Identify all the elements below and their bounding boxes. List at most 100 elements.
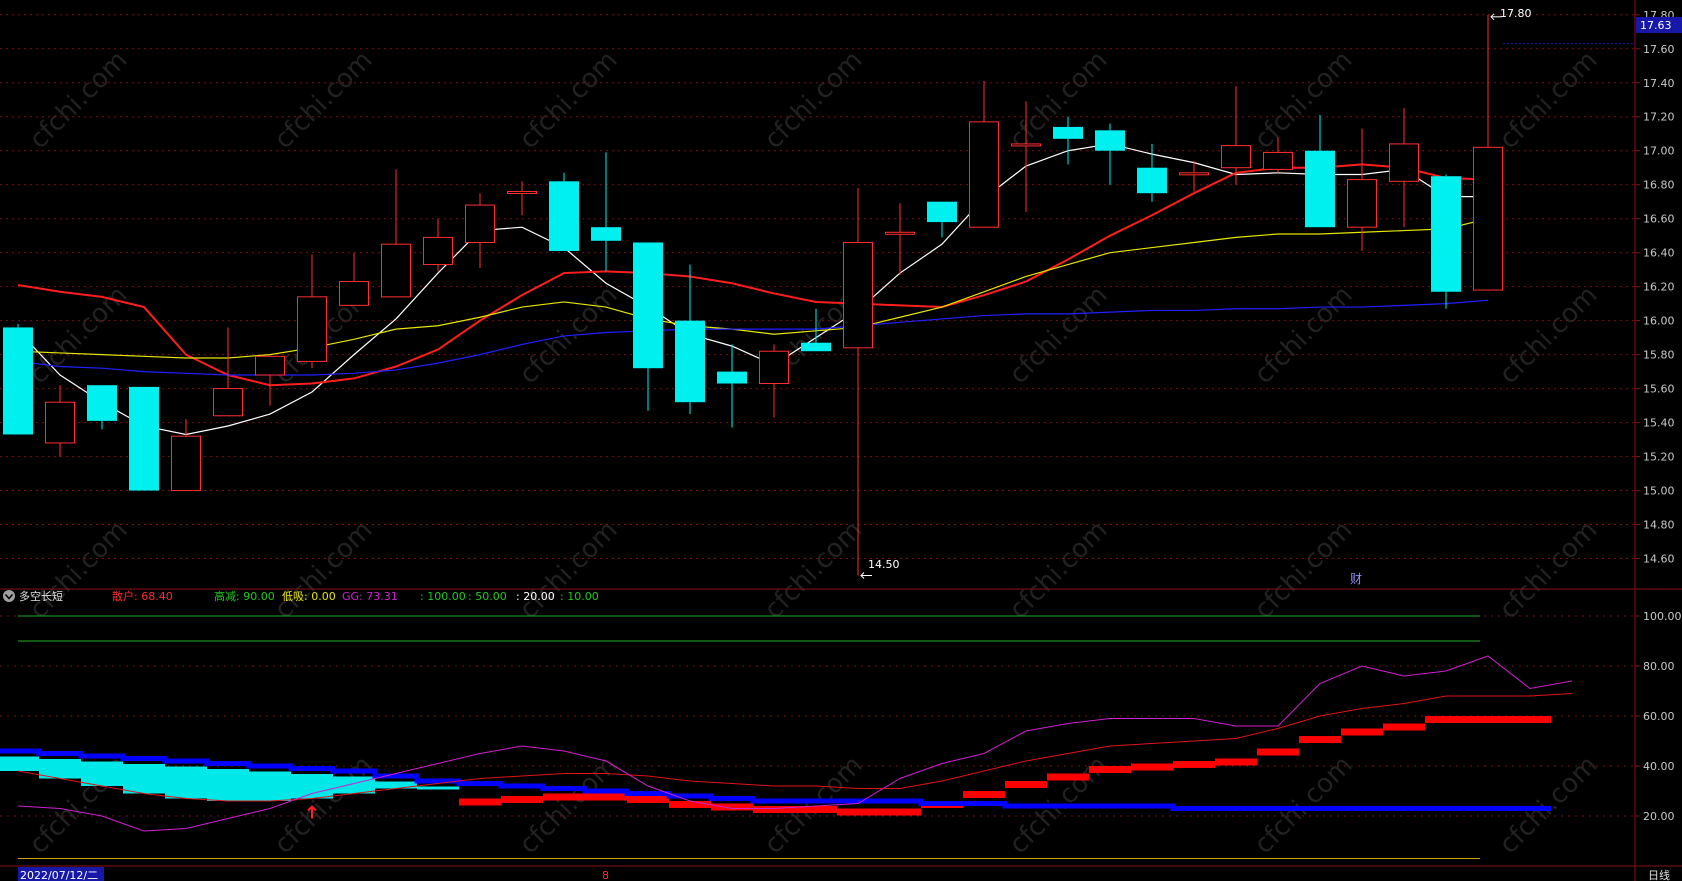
cursor-marker: 8 (602, 869, 609, 881)
candle-body (381, 243, 411, 298)
red-step (543, 793, 585, 801)
indicator-tick-label: 20.00 (1643, 810, 1675, 823)
cyan-step (375, 781, 417, 789)
candle-body (969, 121, 999, 228)
date-label: 2022/07/12/二 (20, 869, 98, 881)
indicator-tick-label: 80.00 (1643, 660, 1675, 673)
legend-item: : 50.00 (468, 590, 507, 603)
candle (3, 324, 33, 435)
price-tick-label: 17.40 (1643, 77, 1675, 90)
red-step (1467, 716, 1509, 723)
candle-body (717, 371, 747, 384)
candle-body (633, 242, 663, 369)
candle-body (129, 386, 159, 491)
price-tick-label: 14.80 (1643, 519, 1675, 532)
red-step (501, 796, 543, 803)
candle-body (549, 181, 579, 251)
red-step (1341, 728, 1383, 736)
candle-body (171, 435, 201, 492)
red-step (1425, 716, 1467, 723)
red-step (1089, 766, 1131, 773)
candle-body (255, 355, 285, 376)
red-step (837, 808, 879, 816)
candle-body (1137, 167, 1167, 194)
candle-body (1179, 172, 1209, 176)
red-step (1173, 761, 1215, 768)
legend-item: 高减: 90.00 (214, 589, 275, 603)
candle-body (465, 204, 495, 243)
cyan-step (417, 786, 459, 790)
price-tick-label: 15.60 (1643, 383, 1675, 396)
red-step (753, 806, 795, 813)
red-step (1005, 781, 1047, 788)
price-tick-label: 16.80 (1643, 179, 1675, 192)
legend-item: : 10.00 (560, 590, 599, 603)
candle-body (1473, 146, 1503, 291)
collapse-icon[interactable] (3, 590, 15, 602)
legend-item: 低吸: 0.00 (282, 590, 336, 603)
candle-body (885, 231, 915, 235)
candle-body (297, 296, 327, 362)
current-price-label: 17.63 (1640, 19, 1672, 32)
price-tick-label: 14.60 (1643, 553, 1675, 566)
cyan-step (81, 761, 123, 786)
candle-body (801, 342, 831, 352)
period-label[interactable]: 日线 (1648, 868, 1670, 881)
red-step (1131, 763, 1173, 771)
price-tick-label: 16.20 (1643, 281, 1675, 294)
candle-body (45, 401, 75, 444)
candle-body (87, 385, 117, 421)
candle-body (1095, 130, 1125, 151)
cyan-step (165, 766, 207, 799)
indicator-tick-label: 60.00 (1643, 710, 1675, 723)
low-label: 14.50 (868, 558, 900, 571)
candle-body (843, 241, 873, 349)
cyan-step (249, 771, 291, 801)
candle-body (1389, 143, 1419, 182)
cyan-step (123, 764, 165, 794)
cyan-step (291, 774, 333, 799)
red-step (585, 793, 627, 801)
legend-item: 散户: 68.40 (112, 589, 173, 603)
cyan-step (333, 776, 375, 794)
red-step (879, 808, 921, 816)
red-step (1383, 723, 1425, 731)
red-step (1509, 716, 1551, 723)
red-step (669, 801, 711, 808)
red-step (1047, 773, 1089, 781)
cyan-step (0, 756, 39, 771)
legend-item: GG: 73.31 (342, 590, 398, 603)
red-step (1257, 748, 1299, 756)
indicator-tick-label: 40.00 (1643, 760, 1675, 773)
price-tick-label: 16.60 (1643, 213, 1675, 226)
candle-body (675, 320, 705, 403)
indicator-name: 多空长短 (19, 589, 63, 603)
red-step (1215, 758, 1257, 766)
candle-body (927, 201, 957, 223)
candle-body (1053, 126, 1083, 139)
candle-body (1263, 151, 1293, 170)
candle-body (3, 327, 33, 435)
price-tick-label: 17.20 (1643, 111, 1675, 124)
legend-item: : 20.00 (516, 590, 555, 603)
cyan-step (207, 769, 249, 801)
price-tick-label: 16.40 (1643, 247, 1675, 260)
price-tick-label: 15.80 (1643, 349, 1675, 362)
candle-body (591, 227, 621, 241)
candle-body (213, 388, 243, 417)
price-tick-label: 15.20 (1643, 451, 1675, 464)
candle (549, 172, 579, 251)
candle-body (759, 350, 789, 385)
price-tick-label: 16.00 (1643, 315, 1675, 328)
candle-body (1347, 179, 1377, 228)
current-price-tag: 17.63 (1636, 17, 1682, 33)
candle-body (507, 191, 537, 195)
candlestick-chart[interactable]: cfchi.com cfchi.com cfchi.com cfchi.com cfch… (0, 0, 1682, 881)
candle-body (339, 281, 369, 306)
candle-body (1431, 176, 1461, 292)
red-step (459, 798, 501, 806)
price-tick-label: 15.40 (1643, 417, 1675, 430)
price-tick-label: 15.00 (1643, 485, 1675, 498)
red-step (1299, 736, 1341, 743)
price-tick-label: 17.60 (1643, 43, 1675, 56)
